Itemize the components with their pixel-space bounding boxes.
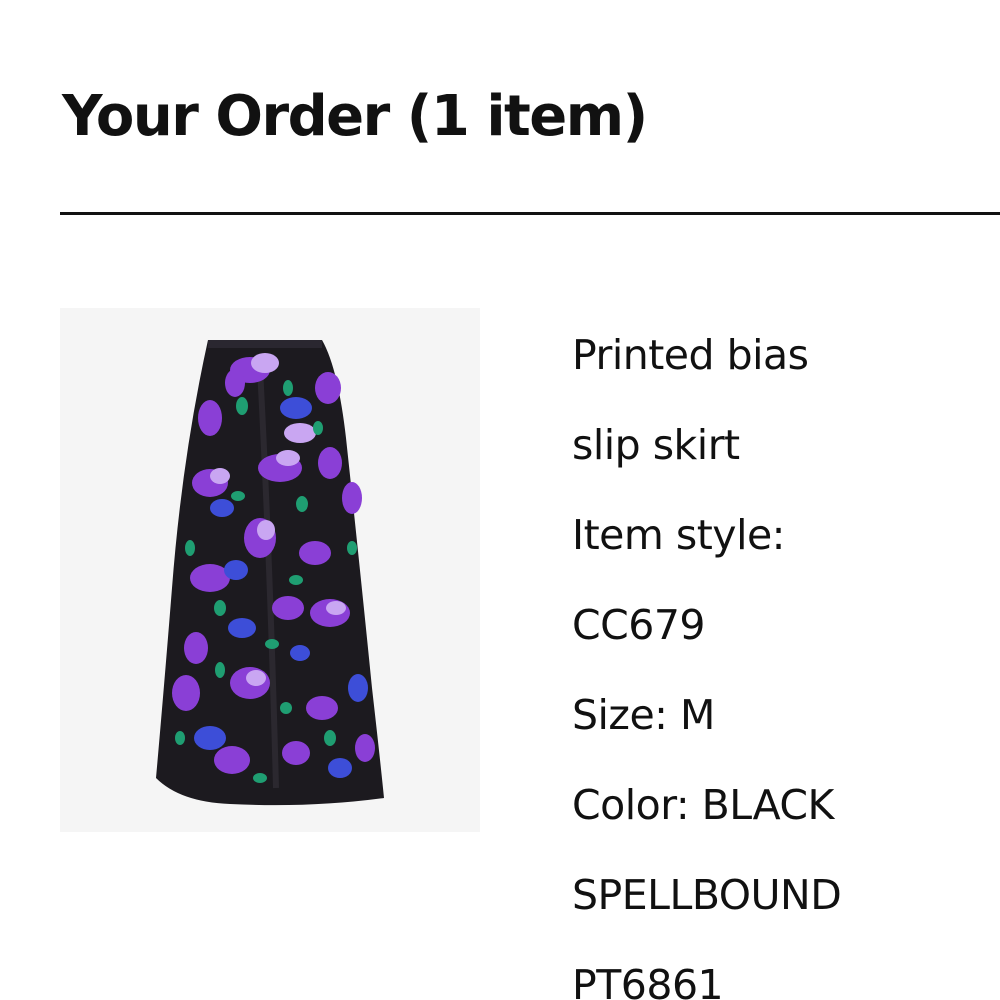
order-title: Your Order (1 item) xyxy=(62,84,648,149)
product-image[interactable] xyxy=(60,308,480,832)
order-summary-page: Your Order (1 item) Printed bias slip sk… xyxy=(0,0,1000,1000)
item-name-line-1: Printed bias xyxy=(572,331,809,379)
section-divider xyxy=(60,212,1000,215)
skirt-illustration xyxy=(60,308,480,832)
item-style-label: Item style: xyxy=(572,511,786,559)
item-style-code: CC679 xyxy=(572,601,706,649)
item-details: Printed bias slip skirt Item style: CC67… xyxy=(572,310,992,1000)
item-color-line-1: Color: BLACK xyxy=(572,781,834,829)
item-size: Size: M xyxy=(572,691,715,739)
item-color-line-2: SPELLBOUND xyxy=(572,871,842,919)
item-name-line-2: slip skirt xyxy=(572,421,740,469)
item-color-code: PT6861 xyxy=(572,961,724,1000)
